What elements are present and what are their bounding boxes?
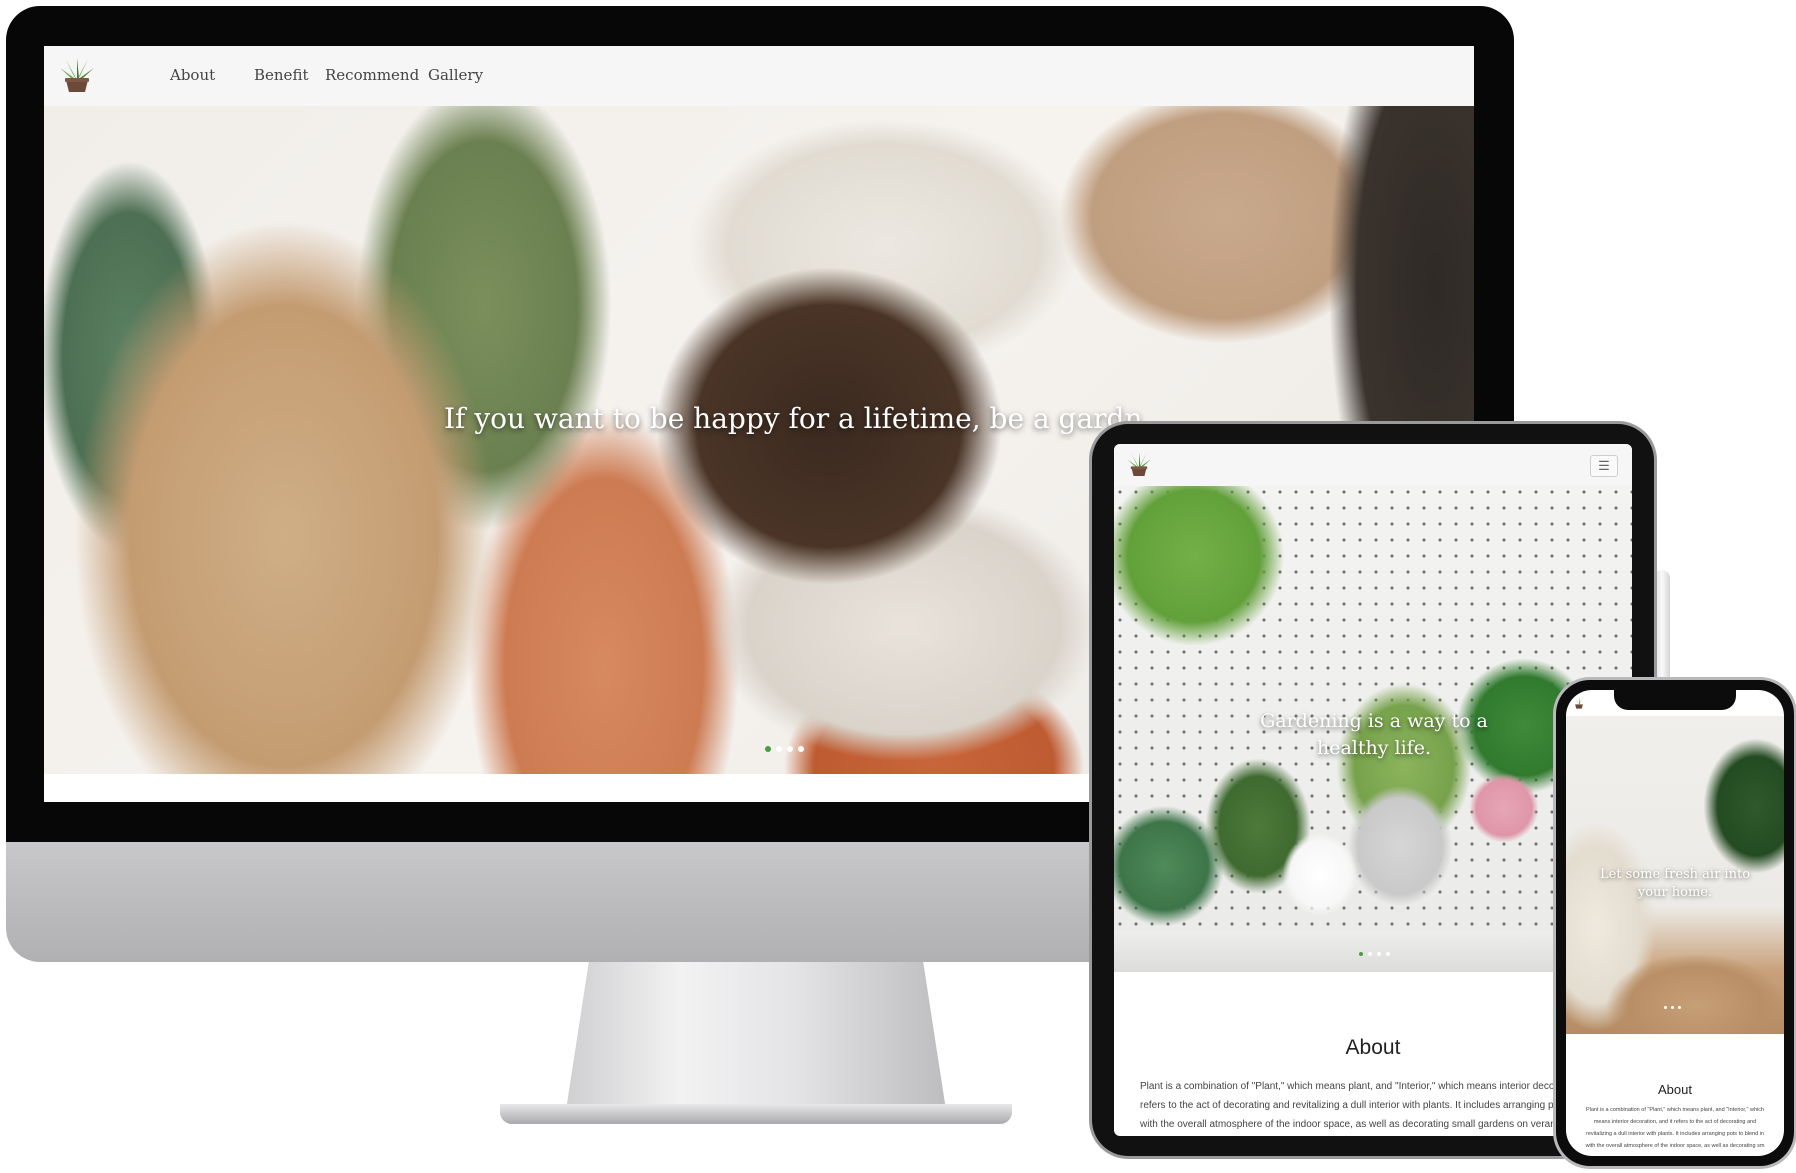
- potted-plant-icon[interactable]: [1572, 696, 1586, 710]
- about-text-line: revitalizing a dull interior with plants…: [1586, 1131, 1764, 1137]
- tablet-about-text: Plant is a combination of "Plant," which…: [1140, 1077, 1560, 1134]
- carousel-dot[interactable]: [1377, 952, 1381, 956]
- nav-link-about[interactable]: About: [170, 66, 215, 84]
- phone-notch: [1614, 690, 1736, 710]
- about-text-line: means interior decoration, and it refers…: [1593, 1119, 1757, 1125]
- carousel-dot[interactable]: [1678, 1006, 1681, 1009]
- tablet-hero-caption: Gardening is a way to a healthy life.: [1260, 710, 1488, 759]
- tablet-about-heading: About: [1345, 1036, 1401, 1059]
- desktop-monitor-stand: [566, 962, 946, 1110]
- desktop-monitor-base: [500, 1104, 1012, 1124]
- carousel-dot[interactable]: [787, 746, 793, 752]
- potted-plant-icon[interactable]: [58, 56, 96, 96]
- nav-link-benefit[interactable]: Benefit: [254, 66, 308, 84]
- about-text-line: with the overall atmosphere of the indoo…: [1140, 1119, 1560, 1130]
- carousel-dot[interactable]: [798, 746, 804, 752]
- phone-screen: Let some fresh air into your home. About…: [1566, 690, 1784, 1156]
- phone-about-text: Plant is a combination of "Plant," which…: [1576, 1104, 1774, 1152]
- carousel-dot[interactable]: [1664, 1006, 1667, 1009]
- tablet-carousel-indicators: [1359, 952, 1390, 956]
- hamburger-menu-icon[interactable]: ☰: [1590, 455, 1618, 477]
- tablet-hero-carousel[interactable]: Gardening is a way to a healthy life.: [1114, 486, 1632, 972]
- about-text-line: with the overall atmosphere of the indoo…: [1585, 1143, 1765, 1149]
- carousel-dot[interactable]: [776, 746, 782, 752]
- about-text-line: refers to the act of decorating and revi…: [1140, 1100, 1560, 1111]
- carousel-dot[interactable]: [1671, 1006, 1674, 1009]
- carousel-dot[interactable]: [1368, 952, 1372, 956]
- about-text-line: Plant is a combination of "Plant," which…: [1585, 1107, 1765, 1113]
- phone-carousel-indicators: [1664, 1006, 1681, 1009]
- carousel-dot[interactable]: [1386, 952, 1390, 956]
- nav-link-gallery[interactable]: Gallery: [428, 66, 483, 84]
- about-text-line: Plant is a combination of "Plant," which…: [1140, 1081, 1560, 1092]
- desktop-hero-caption: If you want to be happy for a lifetime, …: [444, 402, 1143, 435]
- desktop-carousel-indicators: [765, 746, 804, 752]
- potted-plant-icon[interactable]: [1126, 451, 1152, 479]
- tablet-screen: ☰ Gardening is a way to a healthy life. …: [1114, 444, 1632, 1136]
- carousel-dot[interactable]: [765, 746, 771, 752]
- desktop-navbar: About Benefit Recommend Gallery: [44, 46, 1474, 106]
- phone-hero-caption: Let some fresh air into your home.: [1599, 867, 1751, 900]
- phone-about-heading: About: [1658, 1082, 1692, 1097]
- tablet-navbar: ☰: [1114, 444, 1632, 486]
- carousel-dot[interactable]: [1359, 952, 1363, 956]
- phone-hero-carousel[interactable]: Let some fresh air into your home.: [1566, 716, 1784, 1034]
- nav-link-recommend[interactable]: Recommend: [325, 66, 419, 84]
